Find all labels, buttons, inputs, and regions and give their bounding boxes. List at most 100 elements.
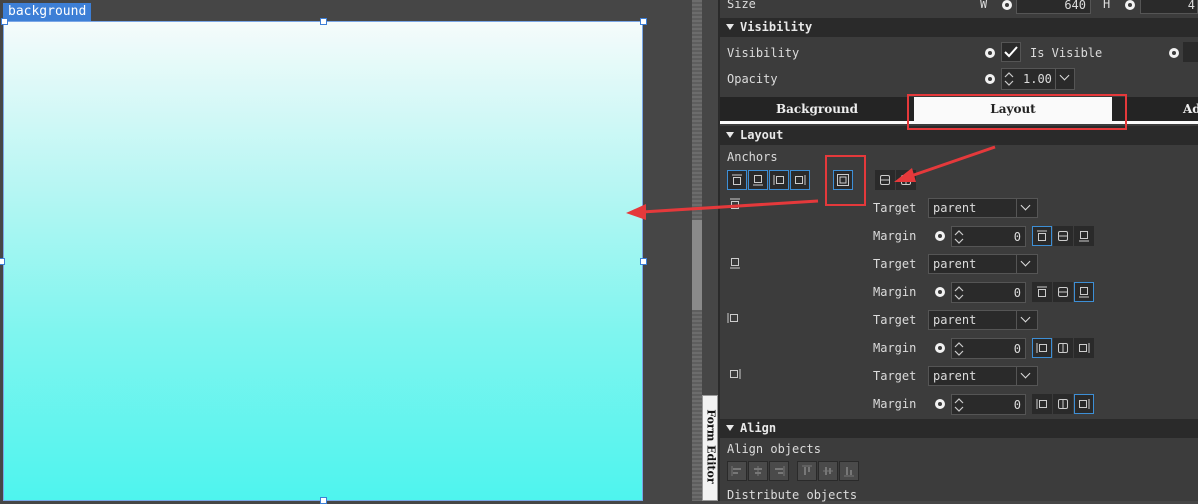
left-align-right-button[interactable] — [1074, 338, 1094, 358]
visibility-section-title: Visibility — [740, 20, 813, 34]
bottom-margin-value: 0 — [1013, 286, 1021, 300]
align-bottom-icon — [1079, 287, 1089, 298]
align-top-edges-icon — [802, 465, 812, 475]
bottom-align-top-button[interactable] — [1032, 282, 1052, 302]
align-vcenter-icon — [1058, 287, 1068, 297]
size-h-label: H — [1103, 0, 1111, 11]
top-align-bottom-button[interactable] — [1074, 226, 1094, 246]
bottom-target-value: parent — [933, 257, 977, 271]
left-margin-label: Margin — [873, 341, 917, 355]
align-v-centers-button[interactable] — [818, 461, 838, 481]
opacity-gear-icon[interactable] — [985, 74, 995, 84]
collapse-triangle-icon — [726, 24, 734, 30]
align-top-icon — [1037, 286, 1047, 297]
resize-handle-right[interactable] — [640, 258, 647, 265]
tab-advanced[interactable]: Adv — [1183, 97, 1198, 122]
align-right-icon — [1079, 343, 1090, 353]
align-h-centers-button[interactable] — [748, 461, 768, 481]
size-h-gear-icon[interactable] — [1125, 0, 1135, 10]
anchor-bottom-row-icon — [730, 258, 740, 269]
bottom-margin-gear-icon[interactable] — [935, 287, 945, 297]
align-right-edges-icon — [775, 466, 785, 476]
align-bottom-edges-button[interactable] — [839, 461, 859, 481]
visibility-gear-icon[interactable] — [985, 48, 995, 58]
align-left-icon — [1036, 399, 1047, 409]
bottom-target-label: Target — [873, 257, 917, 271]
align-right-edges-button[interactable] — [769, 461, 789, 481]
collapse-triangle-icon — [726, 425, 734, 431]
anchor-left-row-icon — [727, 313, 738, 323]
bottom-align-center-button[interactable] — [1053, 282, 1073, 302]
distribute-objects-label: Distribute objects — [727, 488, 858, 502]
align-bottom-icon — [1079, 231, 1089, 242]
align-left-icon — [1036, 343, 1047, 353]
align-bottom-edges-icon — [844, 467, 854, 477]
align-objects-toolbar — [727, 461, 861, 483]
tab-background[interactable]: Background — [720, 97, 914, 122]
left-target-dropdown[interactable]: parent — [928, 310, 1038, 330]
spin-arrows-icon[interactable] — [1003, 70, 1015, 88]
resize-handle-top[interactable] — [320, 18, 327, 25]
anchor-right-row-icon — [730, 369, 741, 379]
left-align-left-button[interactable] — [1032, 338, 1052, 358]
right-target-value: parent — [933, 369, 977, 383]
background-item[interactable] — [3, 21, 643, 501]
align-top-edges-button[interactable] — [797, 461, 817, 481]
right-margin-label: Margin — [873, 397, 917, 411]
top-align-top-button[interactable] — [1032, 226, 1052, 246]
left-align-center-button[interactable] — [1053, 338, 1073, 358]
align-hcenter-icon — [1058, 343, 1068, 353]
form-editor-tab[interactable]: Form Editor — [702, 395, 718, 501]
align-h-centers-icon — [754, 466, 762, 476]
align-objects-label: Align objects — [727, 442, 821, 456]
align-hcenter-icon — [1058, 399, 1068, 409]
size-w-label: W — [980, 0, 988, 11]
visibility-extra-field[interactable] — [1183, 42, 1198, 62]
size-w-gear-icon[interactable] — [1002, 0, 1012, 10]
align-left-edges-button[interactable] — [727, 461, 747, 481]
bottom-target-dropdown[interactable]: parent — [928, 254, 1038, 274]
height-value: 4 — [1187, 0, 1195, 12]
right-align-left-button[interactable] — [1032, 394, 1052, 414]
right-margin-value: 0 — [1013, 398, 1021, 412]
right-margin-spinbox[interactable]: 0 — [951, 394, 1026, 415]
left-margin-spinbox[interactable]: 0 — [951, 338, 1026, 359]
visibility-extra-gear-icon[interactable] — [1169, 48, 1179, 58]
align-top-icon — [1037, 230, 1047, 241]
left-margin-gear-icon[interactable] — [935, 343, 945, 353]
bottom-align-bottom-button[interactable] — [1074, 282, 1094, 302]
visibility-section-header[interactable]: Visibility — [720, 18, 1198, 37]
chevron-down-icon — [1020, 200, 1031, 211]
align-section-title: Align — [740, 421, 777, 435]
align-right-icon — [1079, 399, 1090, 409]
right-align-right-button[interactable] — [1074, 394, 1094, 414]
form-editor-tab-label: Form Editor — [704, 409, 718, 484]
bottom-margin-spinbox[interactable]: 0 — [951, 282, 1026, 303]
right-margin-gear-icon[interactable] — [935, 399, 945, 409]
opacity-spinbox[interactable]: 1.00 — [1001, 68, 1075, 90]
align-section-header[interactable]: Align — [720, 419, 1198, 438]
left-target-label: Target — [873, 313, 917, 327]
left-margin-value: 0 — [1013, 342, 1021, 356]
right-align-center-button[interactable] — [1053, 394, 1073, 414]
left-target-value: parent — [933, 313, 977, 327]
opacity-value: 1.00 — [1023, 72, 1052, 86]
width-spinbox[interactable]: 640 — [1016, 0, 1091, 14]
spin-arrows-icon[interactable] — [953, 396, 965, 414]
resize-handle-top-left[interactable] — [1, 18, 8, 25]
opacity-dropdown[interactable] — [1055, 69, 1074, 89]
size-label: Size — [727, 0, 756, 11]
resize-handle-left[interactable] — [0, 258, 5, 265]
opacity-label: Opacity — [727, 72, 778, 86]
resize-handle-top-right[interactable] — [640, 18, 647, 25]
height-spinbox[interactable]: 4 — [1140, 0, 1198, 14]
chevron-down-icon — [1059, 70, 1070, 81]
chevron-down-icon — [1020, 312, 1031, 323]
right-target-dropdown[interactable]: parent — [928, 366, 1038, 386]
top-align-center-button[interactable] — [1053, 226, 1073, 246]
is-visible-checkbox[interactable] — [1001, 42, 1021, 62]
spin-arrows-icon[interactable] — [953, 340, 965, 358]
spin-arrows-icon[interactable] — [953, 284, 965, 302]
chevron-down-icon — [1020, 256, 1031, 267]
is-visible-label: Is Visible — [1030, 46, 1103, 60]
